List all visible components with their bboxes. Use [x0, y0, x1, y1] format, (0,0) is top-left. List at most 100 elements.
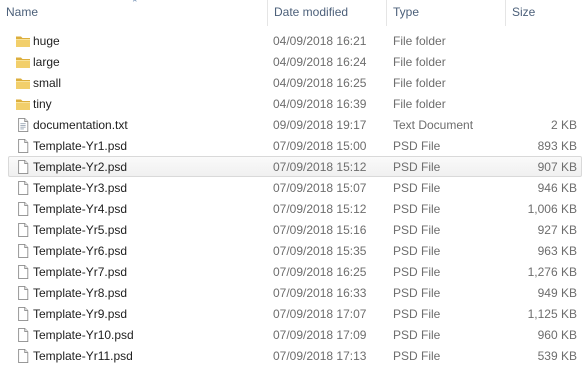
column-header-type-label: Type	[393, 5, 420, 19]
file-size: 2 KB	[550, 118, 577, 132]
file-size: 949 KB	[537, 286, 577, 300]
column-header-bar: Name ⌃ Date modified Type Size	[0, 0, 588, 26]
text-file-icon	[15, 118, 31, 132]
file-name: Template-Yr4.psd	[33, 202, 128, 216]
file-date-modified: 04/09/2018 16:25	[273, 76, 367, 90]
file-date-modified: 07/09/2018 15:35	[273, 244, 367, 258]
file-name: Template-Yr2.psd	[33, 160, 128, 174]
folder-icon	[15, 97, 31, 111]
file-row[interactable]: Template-Yr9.psd 07/09/2018 17:07 PSD File…	[8, 303, 582, 324]
column-header-date-modified[interactable]: Date modified	[268, 0, 387, 26]
file-icon	[15, 139, 31, 153]
file-size: 893 KB	[537, 139, 577, 153]
file-row[interactable]: Template-Yr3.psd 07/09/2018 15:07 PSD File…	[8, 177, 582, 198]
file-size: 1,276 KB	[527, 265, 577, 279]
file-date-modified: 07/09/2018 17:09	[273, 328, 367, 342]
column-header-name-label: Name	[6, 5, 39, 19]
sort-ascending-icon: ⌃	[131, 0, 139, 8]
file-icon	[15, 160, 31, 174]
folder-icon	[15, 76, 31, 90]
column-header-date-label: Date modified	[274, 5, 349, 19]
file-type: PSD File	[393, 160, 441, 174]
file-name: small	[33, 76, 62, 90]
file-date-modified: 07/09/2018 16:25	[273, 265, 367, 279]
file-type: PSD File	[393, 349, 441, 363]
folder-icon	[15, 55, 31, 69]
file-row[interactable]: Template-Yr2.psd 07/09/2018 15:12 PSD File…	[8, 156, 582, 177]
file-name: Template-Yr7.psd	[33, 265, 128, 279]
file-icon	[15, 328, 31, 342]
file-row[interactable]: large 04/09/2018 16:24 File folder	[8, 51, 582, 72]
file-type: PSD File	[393, 223, 441, 237]
file-type: PSD File	[393, 286, 441, 300]
file-row[interactable]: Template-Yr6.psd 07/09/2018 15:35 PSD File…	[8, 240, 582, 261]
file-name: documentation.txt	[33, 118, 128, 132]
file-row[interactable]: Template-Yr10.psd 07/09/2018 17:09 PSD Fil…	[8, 324, 582, 345]
file-row[interactable]: Template-Yr8.psd 07/09/2018 16:33 PSD File…	[8, 282, 582, 303]
file-date-modified: 07/09/2018 15:12	[273, 202, 367, 216]
file-date-modified: 07/09/2018 15:16	[273, 223, 367, 237]
file-date-modified: 04/09/2018 16:39	[273, 97, 367, 111]
file-size: 907 KB	[537, 160, 577, 174]
file-type: File folder	[393, 76, 446, 90]
file-row[interactable]: tiny 04/09/2018 16:39 File folder	[8, 93, 582, 114]
file-type: PSD File	[393, 307, 441, 321]
file-size: 1,125 KB	[527, 307, 577, 321]
file-name: tiny	[33, 97, 52, 111]
file-date-modified: 07/09/2018 15:12	[273, 160, 367, 174]
file-name: Template-Yr10.psd	[33, 328, 134, 342]
column-header-name[interactable]: Name ⌃	[0, 0, 268, 26]
file-icon	[15, 244, 31, 258]
file-type: File folder	[393, 97, 446, 111]
file-row[interactable]: small 04/09/2018 16:25 File folder	[8, 72, 582, 93]
file-type: File folder	[393, 55, 446, 69]
file-row[interactable]: Template-Yr11.psd 07/09/2018 17:13 PSD Fil…	[8, 345, 582, 366]
file-name: Template-Yr3.psd	[33, 181, 128, 195]
file-icon	[15, 307, 31, 321]
file-size: 539 KB	[537, 349, 577, 363]
file-size: 946 KB	[537, 181, 577, 195]
file-date-modified: 07/09/2018 17:13	[273, 349, 367, 363]
file-explorer-window: Name ⌃ Date modified Type Size huge 04/09…	[0, 0, 588, 383]
file-name: Template-Yr9.psd	[33, 307, 128, 321]
file-date-modified: 04/09/2018 16:24	[273, 55, 367, 69]
file-date-modified: 07/09/2018 16:33	[273, 286, 367, 300]
folder-icon	[15, 34, 31, 48]
file-date-modified: 07/09/2018 15:00	[273, 139, 367, 153]
file-type: PSD File	[393, 202, 441, 216]
column-header-size[interactable]: Size	[506, 0, 588, 26]
file-icon	[15, 349, 31, 363]
column-header-type[interactable]: Type	[387, 0, 506, 26]
file-date-modified: 09/09/2018 19:17	[273, 118, 367, 132]
column-header-size-label: Size	[512, 5, 536, 19]
file-icon	[15, 286, 31, 300]
file-type: PSD File	[393, 244, 441, 258]
file-date-modified: 07/09/2018 15:07	[273, 181, 367, 195]
file-size: 1,006 KB	[527, 202, 577, 216]
file-type: PSD File	[393, 265, 441, 279]
file-row[interactable]: Template-Yr5.psd 07/09/2018 15:16 PSD File…	[8, 219, 582, 240]
file-name: huge	[33, 34, 60, 48]
file-row[interactable]: Template-Yr7.psd 07/09/2018 16:25 PSD File…	[8, 261, 582, 282]
file-type: Text Document	[393, 118, 474, 132]
file-icon	[15, 181, 31, 195]
file-icon	[15, 202, 31, 216]
file-type: File folder	[393, 34, 446, 48]
file-icon	[15, 265, 31, 279]
file-size: 960 KB	[537, 328, 577, 342]
file-list: huge 04/09/2018 16:21 File folder large 04/0…	[0, 30, 588, 366]
file-type: PSD File	[393, 181, 441, 195]
file-size: 927 KB	[537, 223, 577, 237]
file-type: PSD File	[393, 139, 441, 153]
file-row[interactable]: huge 04/09/2018 16:21 File folder	[8, 30, 582, 51]
file-name: Template-Yr5.psd	[33, 223, 128, 237]
file-row[interactable]: documentation.txt 09/09/2018 19:17 Text Do…	[8, 114, 582, 135]
file-name: Template-Yr11.psd	[33, 349, 133, 363]
file-row[interactable]: Template-Yr1.psd 07/09/2018 15:00 PSD File…	[8, 135, 582, 156]
file-row[interactable]: Template-Yr4.psd 07/09/2018 15:12 PSD File…	[8, 198, 582, 219]
file-date-modified: 07/09/2018 17:07	[273, 307, 367, 321]
file-icon	[15, 223, 31, 237]
file-date-modified: 04/09/2018 16:21	[273, 34, 367, 48]
file-size: 963 KB	[537, 244, 577, 258]
file-type: PSD File	[393, 328, 441, 342]
